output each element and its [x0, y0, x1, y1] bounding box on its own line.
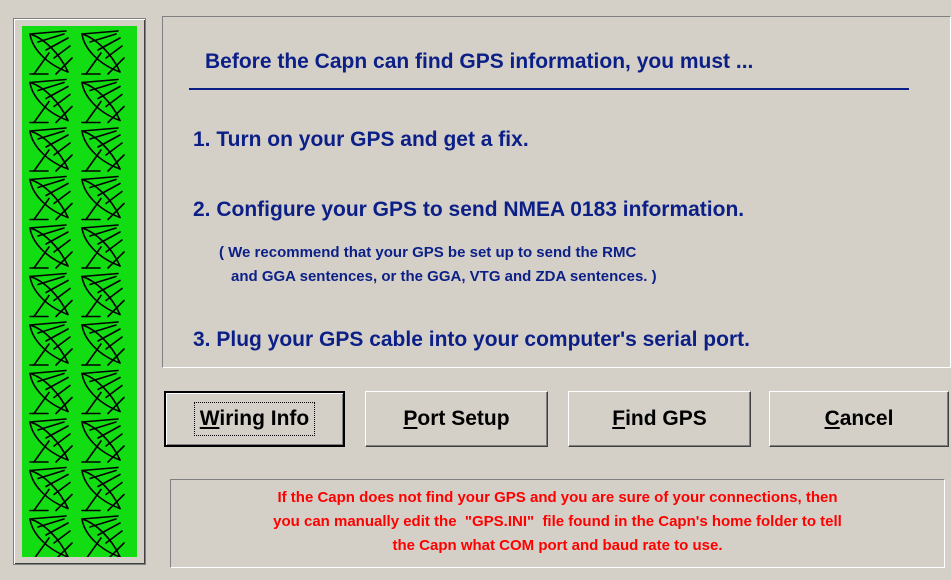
- port-setup-label: ort Setup: [417, 407, 510, 430]
- step-2-text: 2. Configure your GPS to send NMEA 0183 …: [193, 198, 745, 221]
- satellite-dish-icon: [29, 175, 73, 221]
- manual-config-hint: If the Capn does not find your GPS and y…: [170, 479, 945, 568]
- instructions-panel: Before the Capn can find GPS information…: [162, 16, 951, 368]
- hint-line-2: you can manually edit the "GPS.INI" file…: [273, 513, 842, 530]
- satellite-dish-icon: [29, 515, 73, 557]
- mnemonic-c: C: [824, 407, 840, 430]
- satellite-dish-icon: [81, 515, 125, 557]
- mnemonic-p: P: [403, 407, 418, 430]
- satellite-dish-grid: [29, 30, 125, 557]
- satellite-dish-icon: [81, 466, 125, 512]
- satellite-dish-icon: [81, 127, 125, 172]
- satellite-dish-icon: [29, 30, 73, 75]
- satellite-dish-icon: [81, 321, 125, 366]
- satellite-dish-icon: [29, 127, 73, 172]
- satellite-dish-icon: [81, 224, 125, 269]
- mnemonic-f: F: [612, 407, 626, 430]
- wiring-info-label: iring Info: [219, 407, 310, 430]
- find-gps-label: ind GPS: [625, 407, 707, 430]
- step-3-text: 3. Plug your GPS cable into your compute…: [193, 328, 750, 351]
- satellite-dish-icon: [29, 78, 73, 124]
- satellite-strip: [13, 18, 146, 565]
- panel-title: Before the Capn can find GPS information…: [205, 50, 754, 73]
- satellite-dish-icon: [29, 224, 73, 269]
- hint-line-3: the Capn what COM port and baud rate to …: [392, 537, 723, 554]
- note-line-2: and GGA sentences, or the GGA, VTG and Z…: [231, 268, 657, 285]
- satellite-dish-icon: [29, 272, 73, 318]
- sentence-recommendation-note: ( We recommend that your GPS be set up t…: [219, 241, 657, 289]
- satellite-dish-icon: [81, 78, 125, 124]
- satellite-dish-icon: [81, 175, 125, 221]
- mnemonic-w: W: [199, 407, 220, 430]
- satellite-dish-icon: [81, 418, 125, 463]
- satellite-dish-icon: [81, 30, 125, 75]
- find-gps-button[interactable]: Find GPS: [568, 391, 751, 447]
- wiring-info-button[interactable]: Wiring Info: [164, 391, 345, 447]
- satellite-dish-icon: [29, 369, 73, 415]
- cancel-label: ancel: [839, 407, 894, 430]
- focus-rectangle: Wiring Info: [193, 402, 316, 436]
- port-setup-button[interactable]: Port Setup: [365, 391, 548, 447]
- satellite-dish-icon: [29, 418, 73, 463]
- hint-line-1: If the Capn does not find your GPS and y…: [277, 489, 838, 506]
- cancel-button[interactable]: Cancel: [769, 391, 949, 447]
- satellite-strip-background: [22, 26, 137, 557]
- satellite-dish-icon: [81, 369, 125, 415]
- note-line-1: ( We recommend that your GPS be set up t…: [219, 244, 637, 261]
- step-1-text: 1. Turn on your GPS and get a fix.: [193, 128, 529, 151]
- satellite-dish-icon: [81, 272, 125, 318]
- satellite-dish-icon: [29, 466, 73, 512]
- title-underline: [189, 88, 909, 90]
- satellite-dish-icon: [29, 321, 73, 366]
